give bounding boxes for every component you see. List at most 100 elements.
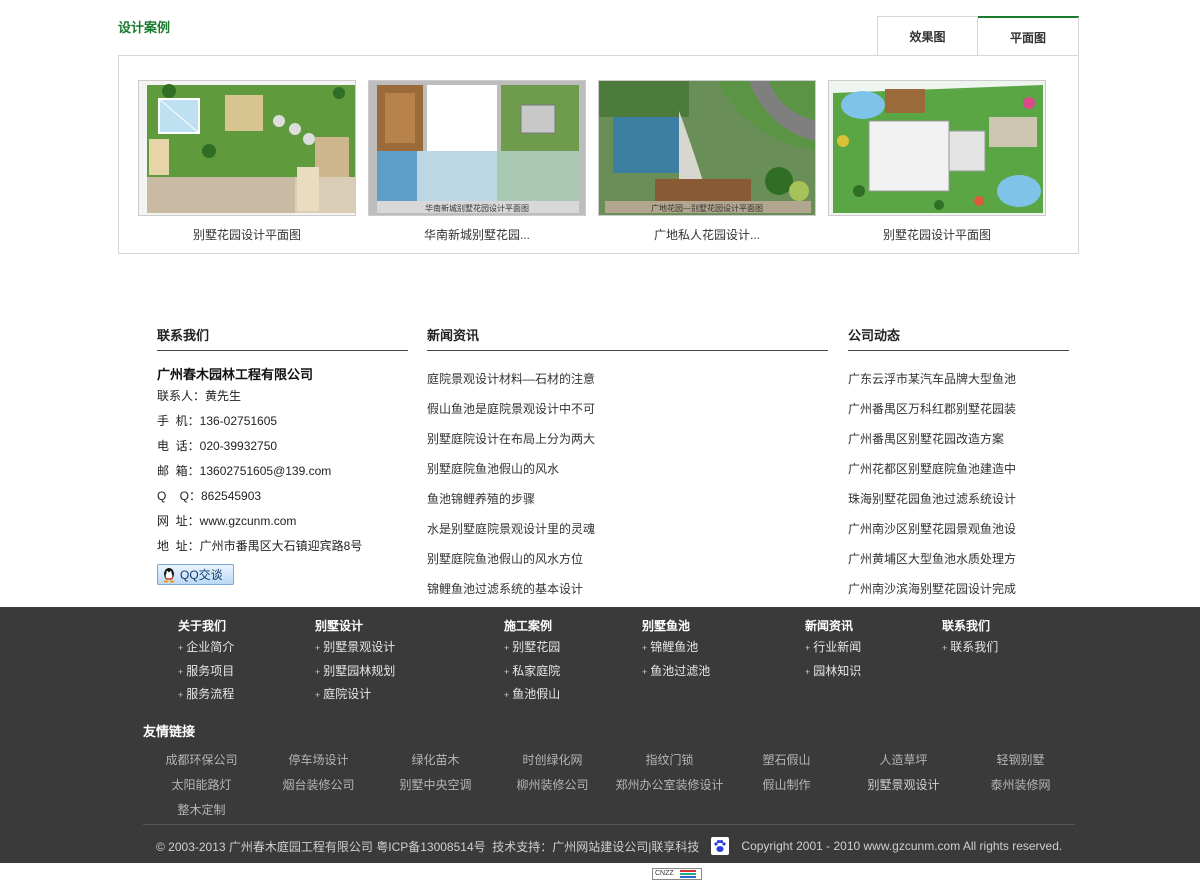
case-item[interactable]: 别墅花园设计平面图 xyxy=(138,80,356,243)
friend-link[interactable]: 绿化苗木 xyxy=(377,748,494,773)
friend-link[interactable]: 假山制作 xyxy=(728,773,845,798)
dynamics-link[interactable]: 广州花都区别墅庭院鱼池建造中 xyxy=(848,462,1016,476)
footer-nav-item[interactable]: + 企业简介 xyxy=(178,635,234,659)
news-link[interactable]: 别墅庭院设计在布局上分为两大 xyxy=(427,432,595,446)
baidu-paw-icon[interactable] xyxy=(711,837,730,855)
news-title: 新闻资讯 xyxy=(427,325,828,351)
news-column: 新闻资讯 庭院景观设计材料—石材的注意 假山鱼池是庭院景观设计中不可 别墅庭院设… xyxy=(427,325,828,604)
dynamics-link[interactable]: 广州番禺区别墅花园改造方案 xyxy=(848,432,1004,446)
friend-link[interactable]: 塑石假山 xyxy=(728,748,845,773)
footer-nav-news: 新闻资讯 + 行业新闻 + 园林知识 xyxy=(805,617,861,682)
friend-link[interactable]: 太阳能路灯 xyxy=(143,773,260,798)
plus-icon: + xyxy=(178,643,184,653)
counter-bars-icon xyxy=(679,870,696,878)
friend-link[interactable]: 人造草坪 xyxy=(845,748,962,773)
list-item[interactable]: 广州花都区别墅庭院鱼池建造中 xyxy=(848,454,1069,484)
list-item[interactable]: 别墅庭院鱼池假山的风水 xyxy=(427,454,828,484)
list-item[interactable]: 别墅庭院设计在布局上分为两大 xyxy=(427,424,828,454)
dynamics-link[interactable]: 广州番禺区万科红郡别墅花园装 xyxy=(848,402,1016,416)
case-thumbnail-image[interactable]: 广地花园—别墅花园设计平面图 xyxy=(598,80,816,216)
news-link[interactable]: 别墅庭院鱼池假山的风水方位 xyxy=(427,552,583,566)
friend-link[interactable]: 烟台装修公司 xyxy=(260,773,377,798)
list-item[interactable]: 广州番禺区万科红郡别墅花园装 xyxy=(848,394,1069,424)
friend-link[interactable]: 别墅景观设计 xyxy=(845,773,962,798)
news-link[interactable]: 鱼池锦鲤养殖的步骤 xyxy=(427,492,535,506)
footer-nav-item[interactable]: + 服务流程 xyxy=(178,682,234,706)
contact-column: 联系我们 广州春木园林工程有限公司 联系人：黄先生 手 机：136-027516… xyxy=(157,325,408,585)
news-link[interactable]: 庭院景观设计材料—石材的注意 xyxy=(427,372,595,386)
case-item[interactable]: 广地花园—别墅花园设计平面图 广地私人花园设计... xyxy=(598,80,816,243)
case-thumbnail-image[interactable] xyxy=(828,80,1046,216)
list-item[interactable]: 广州南沙区别墅花园景观鱼池设 xyxy=(848,514,1069,544)
tab-renderings[interactable]: 效果图 xyxy=(877,16,978,56)
friend-link[interactable]: 郑州办公室装修设计 xyxy=(611,773,728,798)
case-caption[interactable]: 别墅花园设计平面图 xyxy=(828,226,1046,243)
footer-nav-item[interactable]: + 园林知识 xyxy=(805,659,861,683)
dynamics-link[interactable]: 广州南沙滨海别墅花园设计完成 xyxy=(848,582,1016,596)
case-caption[interactable]: 别墅花园设计平面图 xyxy=(138,226,356,243)
footer-nav-item[interactable]: + 联系我们 xyxy=(942,635,998,659)
footer-nav-item[interactable]: + 别墅景观设计 xyxy=(315,635,395,659)
footer-nav-title[interactable]: 新闻资讯 xyxy=(805,617,861,635)
friend-link[interactable]: 别墅中央空调 xyxy=(377,773,494,798)
friend-link[interactable]: 泰州装修网 xyxy=(962,773,1079,798)
footer-nav-item[interactable]: + 锦鲤鱼池 xyxy=(642,635,710,659)
footer-nav-title[interactable]: 关于我们 xyxy=(178,617,234,635)
cnzz-counter-badge[interactable]: CNZZ xyxy=(652,868,702,880)
list-item[interactable]: 庭院景观设计材料—石材的注意 xyxy=(427,364,828,394)
case-thumbnail-image[interactable]: 华南新城别墅花园设计平面图 xyxy=(368,80,586,216)
list-item[interactable]: 锦鲤鱼池过滤系统的基本设计 xyxy=(427,574,828,604)
plus-icon: + xyxy=(942,643,948,653)
list-item[interactable]: 珠海别墅花园鱼池过滤系统设计 xyxy=(848,484,1069,514)
footer-nav-title[interactable]: 施工案例 xyxy=(504,617,560,635)
case-image-label: 华南新城别墅花园设计平面图 xyxy=(425,204,529,213)
list-item[interactable]: 假山鱼池是庭院景观设计中不可 xyxy=(427,394,828,424)
list-item[interactable]: 广东云浮市某汽车品牌大型鱼池 xyxy=(848,364,1069,394)
friend-link[interactable]: 柳州装修公司 xyxy=(494,773,611,798)
news-link[interactable]: 锦鲤鱼池过滤系统的基本设计 xyxy=(427,582,583,596)
friend-link[interactable]: 指纹门锁 xyxy=(611,748,728,773)
news-link[interactable]: 别墅庭院鱼池假山的风水 xyxy=(427,462,559,476)
list-item[interactable]: 水是别墅庭院景观设计里的灵魂 xyxy=(427,514,828,544)
footer-nav-about: 关于我们 + 企业简介 + 服务项目 + 服务流程 xyxy=(178,617,234,706)
footer-nav-item[interactable]: + 私家庭院 xyxy=(504,659,560,683)
dynamics-link[interactable]: 广州黄埔区大型鱼池水质处理方 xyxy=(848,552,1016,566)
plus-icon: + xyxy=(504,690,510,700)
list-item[interactable]: 广州番禺区别墅花园改造方案 xyxy=(848,424,1069,454)
friend-link[interactable]: 轻钢别墅 xyxy=(962,748,1079,773)
case-item[interactable]: 华南新城别墅花园设计平面图 华南新城别墅花园... xyxy=(368,80,586,243)
news-link[interactable]: 水是别墅庭院景观设计里的灵魂 xyxy=(427,522,595,536)
plus-icon: + xyxy=(504,666,510,677)
plus-icon: + xyxy=(178,690,184,700)
case-item[interactable]: 别墅花园设计平面图 xyxy=(828,80,1046,243)
friend-link[interactable]: 整木定制 xyxy=(143,798,260,823)
case-image-label: 广地花园—别墅花园设计平面图 xyxy=(651,204,763,213)
case-thumbnail-image[interactable] xyxy=(138,80,356,216)
case-caption[interactable]: 广地私人花园设计... xyxy=(598,226,816,243)
dynamics-link[interactable]: 广州南沙区别墅花园景观鱼池设 xyxy=(848,522,1016,536)
tab-floor-plans[interactable]: 平面图 xyxy=(978,16,1079,56)
footer-nav-title[interactable]: 别墅鱼池 xyxy=(642,617,710,635)
list-item[interactable]: 广州黄埔区大型鱼池水质处理方 xyxy=(848,544,1069,574)
news-link[interactable]: 假山鱼池是庭院景观设计中不可 xyxy=(427,402,595,416)
footer-nav-item[interactable]: + 别墅花园 xyxy=(504,635,560,659)
footer-nav-item[interactable]: + 服务项目 xyxy=(178,659,234,683)
list-item[interactable]: 鱼池锦鲤养殖的步骤 xyxy=(427,484,828,514)
qq-chat-button[interactable]: QQ交谈 xyxy=(157,564,234,585)
dynamics-link[interactable]: 广东云浮市某汽车品牌大型鱼池 xyxy=(848,372,1016,386)
friend-link[interactable]: 停车场设计 xyxy=(260,748,377,773)
friend-link[interactable]: 时创绿化网 xyxy=(494,748,611,773)
footer-nav-item[interactable]: + 行业新闻 xyxy=(805,635,861,659)
footer-nav-item[interactable]: + 鱼池过滤池 xyxy=(642,659,710,683)
dynamics-link[interactable]: 珠海别墅花园鱼池过滤系统设计 xyxy=(848,492,1016,506)
friend-link[interactable]: 成都环保公司 xyxy=(143,748,260,773)
footer-nav-title[interactable]: 联系我们 xyxy=(942,617,998,635)
case-caption[interactable]: 华南新城别墅花园... xyxy=(368,226,586,243)
footer-nav-title[interactable]: 别墅设计 xyxy=(315,617,395,635)
footer-nav-villa-fishpond: 别墅鱼池 + 锦鲤鱼池 + 鱼池过滤池 xyxy=(642,617,710,682)
footer-nav-item[interactable]: + 别墅园林规划 xyxy=(315,659,395,683)
list-item[interactable]: 别墅庭院鱼池假山的风水方位 xyxy=(427,544,828,574)
footer-nav-item[interactable]: + 庭院设计 xyxy=(315,682,395,706)
list-item[interactable]: 广州南沙滨海别墅花园设计完成 xyxy=(848,574,1069,604)
footer-nav-item[interactable]: + 鱼池假山 xyxy=(504,682,560,706)
